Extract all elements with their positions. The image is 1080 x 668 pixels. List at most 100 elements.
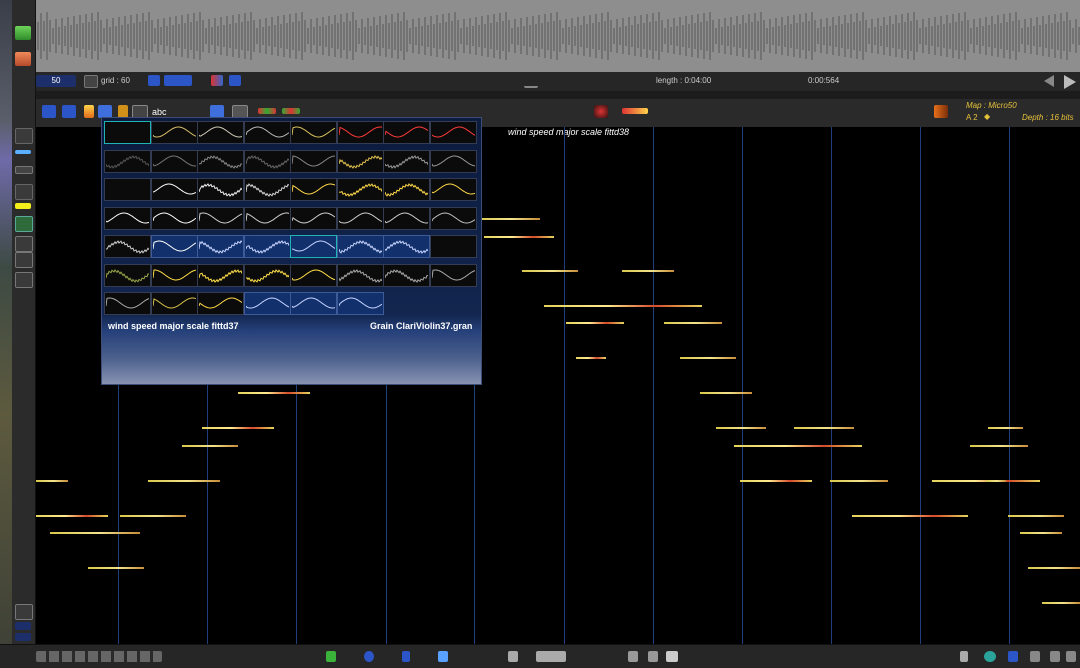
sound-thumbnail[interactable] bbox=[243, 121, 291, 144]
color-wheel-icon[interactable] bbox=[984, 651, 996, 662]
sound-browser-popup[interactable]: wind speed major scale fittd37 Grain Cla… bbox=[101, 117, 482, 385]
sound-thumbnail[interactable] bbox=[243, 206, 291, 230]
grid-icon[interactable] bbox=[84, 75, 98, 88]
sound-thumbnail[interactable] bbox=[243, 292, 291, 315]
sound-thumbnail[interactable] bbox=[243, 263, 291, 287]
view-buttons-group[interactable] bbox=[36, 651, 162, 662]
text-cursor-icon[interactable] bbox=[326, 651, 336, 662]
brush-tool-icon[interactable] bbox=[15, 236, 33, 252]
save-icon[interactable] bbox=[42, 105, 56, 118]
sound-thumbnail[interactable] bbox=[290, 263, 337, 287]
sound-thumbnail[interactable] bbox=[429, 263, 477, 287]
note-event[interactable] bbox=[1028, 567, 1080, 569]
note-event[interactable] bbox=[986, 480, 1006, 482]
sound-thumbnail[interactable] bbox=[104, 292, 151, 315]
sound-thumbnail[interactable] bbox=[150, 206, 198, 230]
note-event[interactable] bbox=[120, 515, 186, 517]
sound-thumbnail[interactable] bbox=[429, 121, 477, 144]
line-tool-icon[interactable] bbox=[15, 150, 31, 154]
sound-thumbnail[interactable] bbox=[243, 235, 291, 258]
curve-tool-icon[interactable] bbox=[15, 128, 33, 144]
chord-tool-icon[interactable] bbox=[15, 272, 33, 288]
grid-toggle-icon[interactable] bbox=[15, 604, 33, 620]
vertical-move-icon[interactable] bbox=[508, 651, 518, 662]
sound-thumbnail[interactable] bbox=[243, 149, 291, 173]
sound-thumbnail[interactable] bbox=[104, 206, 151, 230]
sound-thumbnail[interactable] bbox=[336, 206, 384, 230]
sound-thumbnail[interactable] bbox=[383, 121, 430, 144]
sound-thumbnail[interactable] bbox=[336, 121, 384, 144]
arrow-left-right-icon[interactable] bbox=[15, 633, 31, 641]
sound-thumbnail[interactable] bbox=[429, 235, 477, 258]
sound-thumbnail[interactable] bbox=[290, 121, 337, 144]
note-event[interactable] bbox=[576, 357, 606, 359]
sound-thumbnail[interactable] bbox=[150, 292, 198, 315]
split-icon[interactable] bbox=[229, 75, 241, 86]
sound-thumbnail[interactable] bbox=[197, 292, 244, 315]
arrow-up-down-icon[interactable] bbox=[15, 622, 31, 630]
new-file-icon[interactable] bbox=[15, 26, 31, 40]
sound-thumbnail[interactable] bbox=[104, 235, 151, 258]
dash-tool-icon[interactable] bbox=[15, 166, 33, 174]
four-way-move-icon[interactable] bbox=[536, 651, 566, 662]
note-event[interactable] bbox=[716, 427, 766, 429]
note-event[interactable] bbox=[830, 480, 888, 482]
note-event[interactable] bbox=[522, 270, 578, 272]
note-event[interactable] bbox=[664, 322, 722, 324]
note-event[interactable] bbox=[622, 270, 674, 272]
note-event[interactable] bbox=[740, 480, 812, 482]
note-event[interactable] bbox=[970, 445, 1028, 447]
sound-thumbnail[interactable] bbox=[104, 263, 151, 287]
sound-thumbnail[interactable] bbox=[197, 121, 244, 144]
sound-thumbnail[interactable] bbox=[336, 178, 384, 201]
rewind-icon[interactable] bbox=[1044, 75, 1054, 87]
undo-icon[interactable] bbox=[402, 651, 410, 662]
select-tool-icon[interactable] bbox=[15, 184, 33, 200]
sound-thumbnail[interactable] bbox=[290, 178, 337, 201]
sound-thumbnail[interactable] bbox=[150, 121, 198, 144]
sound-thumbnail[interactable] bbox=[336, 292, 384, 315]
sound-thumbnail[interactable] bbox=[429, 206, 477, 230]
color-chip-icon[interactable] bbox=[934, 105, 948, 118]
pitch-stepper-icon[interactable]: ◆ bbox=[984, 112, 990, 121]
note-event[interactable] bbox=[88, 567, 144, 569]
note-event[interactable] bbox=[544, 305, 702, 307]
sound-thumbnail[interactable] bbox=[150, 149, 198, 173]
sound-thumbnail[interactable] bbox=[197, 206, 244, 230]
sound-thumbnail[interactable] bbox=[290, 149, 337, 173]
sound-thumbnail[interactable] bbox=[383, 235, 430, 258]
pen-icon[interactable] bbox=[1030, 651, 1040, 662]
note-event[interactable] bbox=[238, 392, 310, 394]
list-icon[interactable] bbox=[1050, 651, 1060, 662]
pencil-icon[interactable] bbox=[84, 105, 94, 118]
sound-thumbnail[interactable] bbox=[150, 235, 198, 258]
trumpet-icon[interactable] bbox=[622, 108, 648, 114]
note-event[interactable] bbox=[484, 236, 554, 238]
sound-thumbnail[interactable] bbox=[243, 178, 291, 201]
sound-thumbnail[interactable] bbox=[150, 178, 198, 201]
note-event[interactable] bbox=[148, 480, 220, 482]
expand-icon[interactable] bbox=[438, 651, 448, 662]
note-event[interactable] bbox=[852, 515, 968, 517]
note-event[interactable] bbox=[202, 427, 274, 429]
sound-thumbnail[interactable] bbox=[197, 263, 244, 287]
waveform-overview[interactable] bbox=[36, 0, 1080, 72]
sound-thumbnail[interactable] bbox=[290, 292, 337, 315]
range-green-icon[interactable] bbox=[282, 108, 300, 114]
speaker-icon[interactable] bbox=[1066, 651, 1076, 662]
sound-thumbnail[interactable] bbox=[290, 235, 337, 258]
note-event[interactable] bbox=[734, 445, 862, 447]
hand-icon[interactable] bbox=[666, 651, 678, 662]
note-event[interactable] bbox=[36, 515, 108, 517]
note-event[interactable] bbox=[680, 357, 736, 359]
open-file-icon[interactable] bbox=[15, 52, 31, 66]
edit-icon[interactable] bbox=[62, 105, 76, 118]
sound-thumbnail[interactable] bbox=[104, 149, 151, 173]
grid-label[interactable]: grid : 60 bbox=[101, 76, 130, 85]
sound-thumbnail[interactable] bbox=[197, 235, 244, 258]
map-label[interactable]: Map : Micro50 bbox=[966, 101, 1017, 110]
sound-thumbnail[interactable] bbox=[429, 178, 477, 201]
loop-icon[interactable] bbox=[164, 75, 192, 86]
abc-label[interactable]: abc bbox=[152, 107, 167, 117]
pitch-label[interactable]: A 2 bbox=[966, 113, 978, 122]
